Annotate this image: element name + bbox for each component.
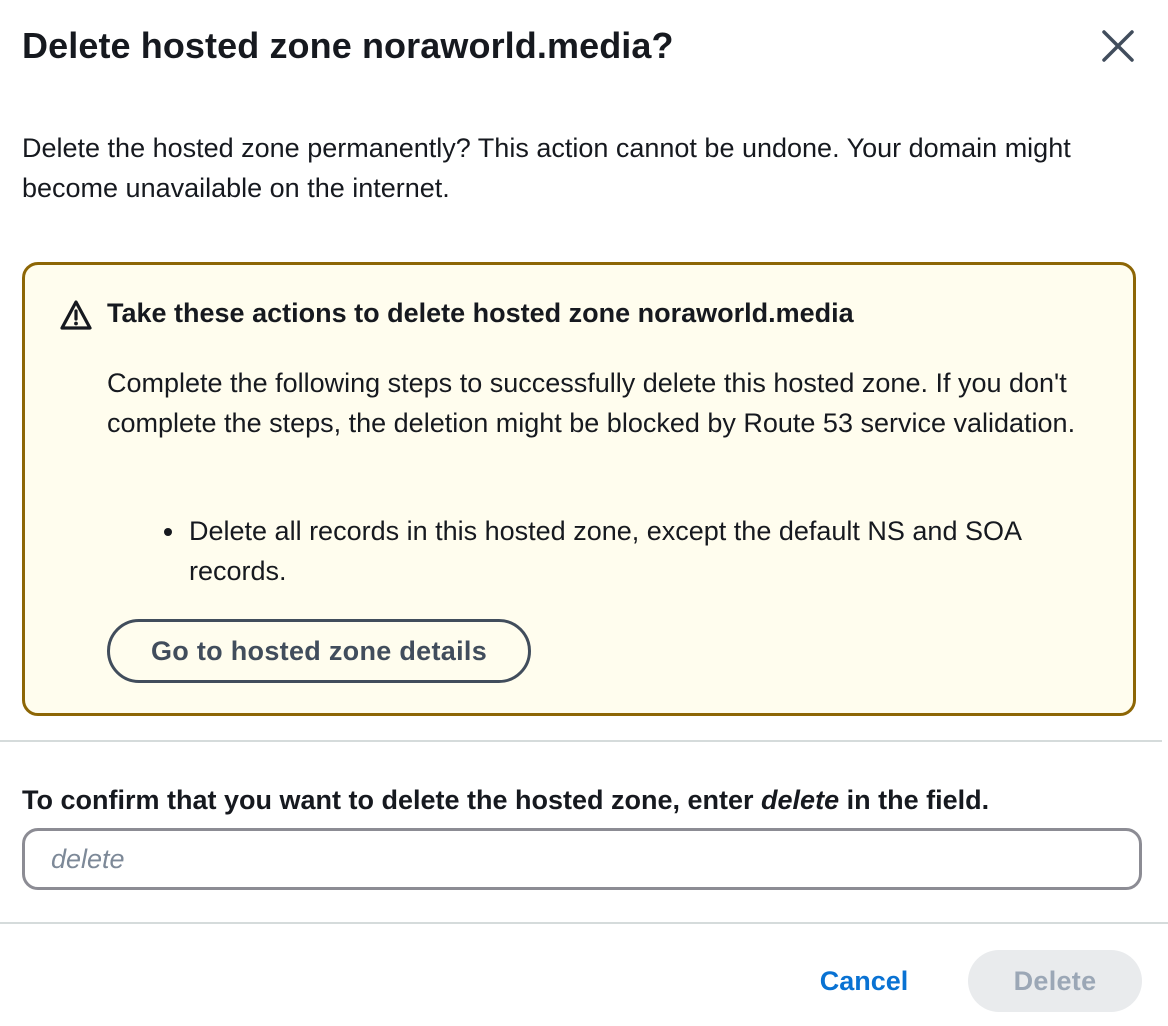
dialog-header: Delete hosted zone noraworld.media? [22,18,1146,74]
confirm-label: To confirm that you want to delete the h… [22,780,989,820]
confirm-keyword: delete [761,785,840,815]
alert-steps-list: Delete all records in this hosted zone, … [107,511,1097,591]
dialog-title: Delete hosted zone noraworld.media? [22,25,674,66]
alert-step-item: Delete all records in this hosted zone, … [187,511,1097,591]
cancel-button[interactable]: Cancel [804,956,924,1006]
delete-button[interactable]: Delete [968,950,1142,1012]
delete-hosted-zone-dialog: Delete hosted zone noraworld.media? Dele… [0,0,1168,1026]
go-to-hosted-zone-details-button[interactable]: Go to hosted zone details [107,619,531,683]
close-button[interactable] [1098,26,1138,66]
confirm-label-suffix: in the field. [839,785,990,815]
divider [0,740,1162,742]
alert-body-text: Complete the following steps to successf… [107,368,1076,438]
footer-divider [0,922,1168,924]
dialog-intro-text: Delete the hosted zone permanently? This… [22,133,1071,203]
close-icon [1102,30,1134,62]
alert-heading: Take these actions to delete hosted zone… [107,298,854,328]
warning-alert: Take these actions to delete hosted zone… [22,262,1136,716]
confirm-delete-input[interactable] [22,828,1142,890]
warning-triangle-icon [60,300,92,330]
confirm-label-prefix: To confirm that you want to delete the h… [22,785,762,815]
